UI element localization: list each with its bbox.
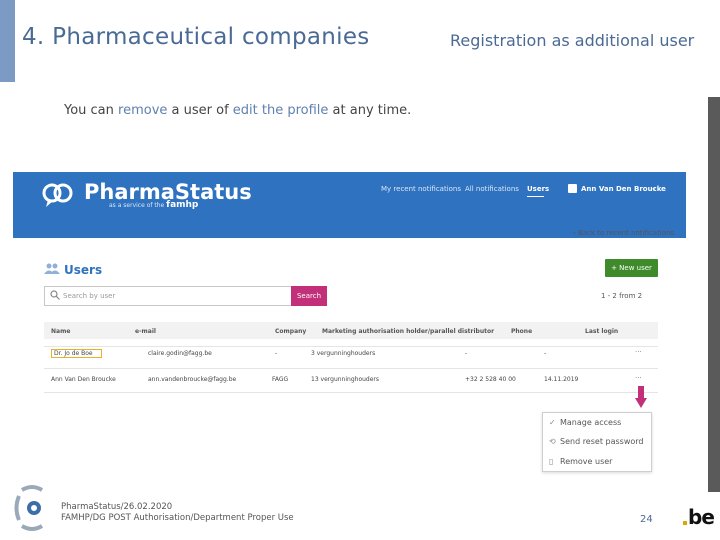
column-header-company[interactable]: Company [275, 328, 306, 335]
footer-line-1: PharmaStatus/26.02.2020 [61, 502, 173, 512]
pharmastatus-logo-icon [42, 183, 73, 207]
nav-users[interactable]: Users [527, 185, 549, 193]
column-header-email[interactable]: e-mail [135, 328, 156, 335]
table-cell-phone: - [465, 350, 468, 357]
nav-all-notifications[interactable]: All notifications [465, 185, 519, 193]
table-cell-last-login: 14.11.2019 [544, 376, 579, 383]
app-logo-tagline: as a service of the famhp [109, 200, 198, 210]
menu-item-label: Send reset password [560, 437, 644, 446]
user-account-icon[interactable] [568, 184, 577, 193]
famhp-footer-logo-icon [14, 485, 44, 531]
column-header-name[interactable]: Name [51, 328, 70, 335]
row-divider [44, 346, 658, 347]
column-header-mah[interactable]: Marketing authorisation holder/parallel … [322, 328, 494, 335]
nav-recent-notifications[interactable]: My recent notifications [381, 185, 461, 193]
famhp-brand: famhp [166, 200, 199, 210]
send-reset-password-menu-item[interactable]: ⟲ Send reset password [549, 437, 643, 446]
search-placeholder: Search by user [63, 292, 116, 300]
chevron-down-icon[interactable]: ⌄ [651, 184, 657, 192]
table-cell-email: claire.godin@fagg.be [148, 350, 212, 357]
table-cell-last-login: - [544, 350, 547, 357]
row-actions-menu[interactable]: ··· [635, 348, 642, 356]
check-icon: ✓ [549, 418, 556, 427]
intro-suffix: at any time. [328, 103, 412, 118]
table-cell-mah: 3 vergunninghouders [311, 350, 376, 357]
users-page-heading: Users [64, 263, 103, 277]
row-actions-menu[interactable]: ··· [635, 374, 642, 382]
be-logo: be [683, 505, 715, 529]
column-header-phone[interactable]: Phone [511, 328, 532, 335]
footer-text: PharmaStatus/26.02.2020 FAMHP/DG POST Au… [61, 502, 294, 524]
row-divider [44, 368, 658, 369]
intro-mid: a user of [167, 103, 233, 118]
reset-icon: ⟲ [549, 437, 556, 446]
remove-user-menu-item[interactable]: ▯ Remove user [549, 457, 612, 466]
table-cell-name: Dr. Jo de Boe [54, 350, 93, 357]
logo-tag-text: as a service of the [109, 202, 165, 209]
app-screenshot: PharmaStatus as a service of the famhp M… [13, 172, 686, 472]
column-header-last-login[interactable]: Last login [585, 328, 618, 335]
table-cell-email: ann.vandenbroucke@fagg.be [148, 376, 237, 383]
row-actions-dropdown: ✓ Manage access ⟲ Send reset password ▯ Rem… [542, 412, 652, 472]
page-number: 24 [640, 514, 653, 525]
menu-item-label: Remove user [560, 457, 613, 466]
table-cell-company: - [275, 350, 278, 357]
manage-access-menu-item[interactable]: ✓ Manage access [549, 418, 621, 427]
row-divider [44, 392, 658, 393]
delete-icon: ▯ [549, 457, 554, 466]
table-cell-mah: 13 vergunninghouders [311, 376, 380, 383]
footer-line-2: FAMHP/DG POST Authorisation/Department P… [61, 513, 294, 523]
menu-item-label: Manage access [560, 418, 622, 427]
table-cell-name: Ann Van Den Broucke [51, 376, 116, 383]
users-icon [44, 263, 60, 274]
arrow-down-icon [635, 386, 647, 408]
slide-subtitle: Registration as additional user [450, 31, 695, 50]
title-accent-bar [0, 0, 15, 82]
table-cell-company: FAGG [272, 376, 289, 383]
slide-title: 4. Pharmaceutical companies [22, 24, 370, 50]
right-edge-bar [708, 97, 720, 492]
intro-prefix: You can [64, 103, 119, 118]
intro-text: You can remove a user of edit the profil… [64, 103, 411, 118]
remove-link-text: remove [118, 103, 168, 118]
be-logo-text: be [688, 505, 715, 529]
search-icon [50, 290, 60, 300]
table-cell-phone: +32 2 528 40 00 [465, 376, 516, 383]
nav-active-underline [527, 196, 544, 197]
pagination[interactable]: 1 - 2 from 2 [601, 292, 642, 300]
back-to-notifications-link[interactable]: ‹ Back to recent notifications [573, 229, 674, 237]
new-user-button[interactable]: + New user [605, 259, 658, 277]
edit-profile-link-text: edit the profile [232, 103, 329, 118]
search-button[interactable]: Search [291, 286, 327, 306]
